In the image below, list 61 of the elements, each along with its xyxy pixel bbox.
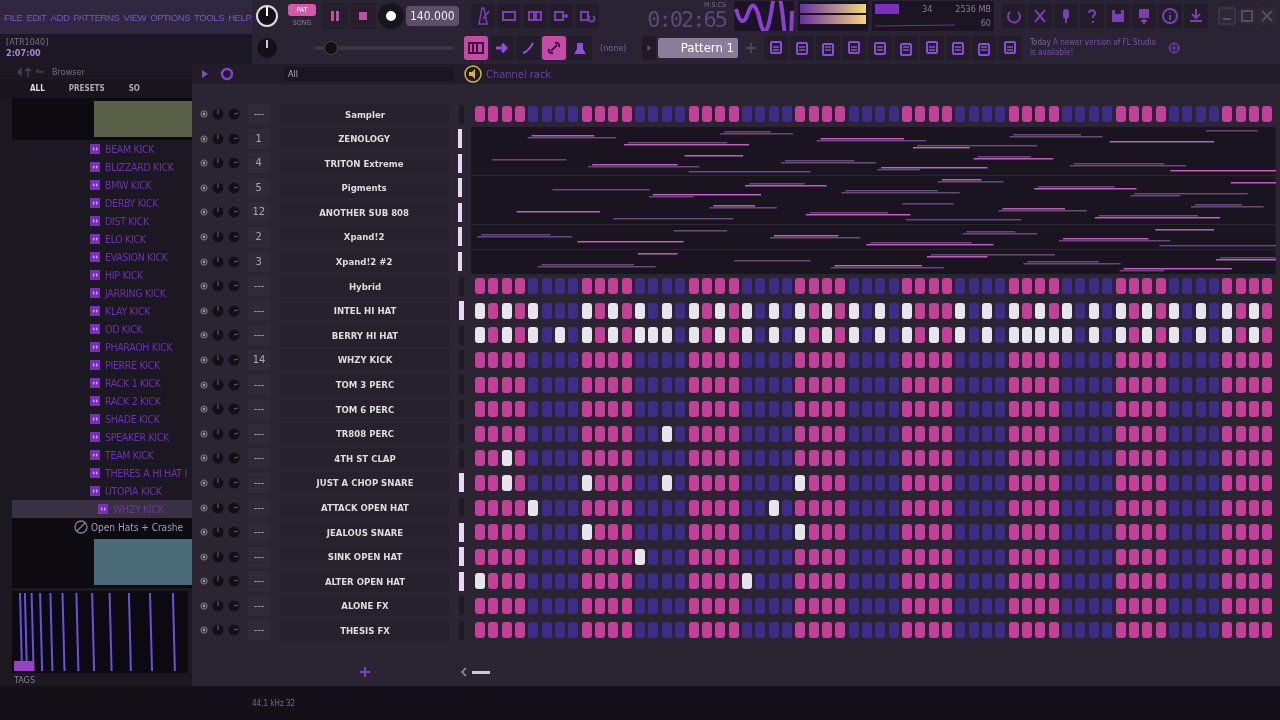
channel-filter[interactable]: All xyxy=(284,67,454,81)
mixer-track-field[interactable]: 5 xyxy=(247,177,270,198)
channel-button[interactable]: TOM 6 PERC xyxy=(280,398,450,420)
channel-button[interactable]: JEALOUS SNARE xyxy=(280,521,450,543)
mixer-track-field[interactable]: --- xyxy=(248,325,270,346)
mixer-track-field[interactable]: 14 xyxy=(248,349,270,370)
mixer-track-field[interactable]: --- xyxy=(248,620,270,641)
tempo-field[interactable]: 140.000 xyxy=(406,6,459,26)
mixer-track-field[interactable]: --- xyxy=(248,497,270,518)
mixer-track-field[interactable]: --- xyxy=(248,571,270,592)
channel-button[interactable]: ANOTHER SUB 808 xyxy=(279,201,449,223)
mixer-track-field[interactable]: 4 xyxy=(247,153,270,174)
channel-button[interactable]: JUST A CHOP SNARE xyxy=(280,472,450,494)
mixer-track-field[interactable]: --- xyxy=(248,522,270,543)
memory-value: 2536 MB xyxy=(955,4,991,14)
mixer-track-field[interactable]: 2 xyxy=(247,226,270,247)
time-value: 0:02:65 xyxy=(647,8,726,31)
channel-button[interactable]: Xpand!2 xyxy=(279,226,449,248)
mixer-track-field[interactable]: --- xyxy=(248,399,270,420)
hint-value: 2:07:00 xyxy=(6,48,42,59)
channel-rack-title: Channel rack xyxy=(486,67,552,81)
channel-button[interactable]: ATTACK OPEN HAT xyxy=(280,497,450,518)
channel-button[interactable]: TRITON Extreme xyxy=(279,152,449,174)
channel-button[interactable]: Xpand!2 #2 xyxy=(279,251,449,273)
channel-button[interactable]: INTEL HI HAT xyxy=(280,300,450,322)
mixer-track-field[interactable]: 12 xyxy=(247,202,270,223)
mixer-track-field[interactable]: 1 xyxy=(247,128,270,149)
browser-title: Browser xyxy=(52,66,85,77)
channel-button[interactable]: BERRY HI HAT xyxy=(280,324,450,346)
browser-tab[interactable]: SO xyxy=(128,84,140,94)
mixer-track-field[interactable]: 3 xyxy=(247,251,270,272)
channel-button[interactable]: ALTER OPEN HAT xyxy=(280,570,450,592)
channel-button[interactable]: ZENOLOGY xyxy=(279,128,449,150)
sample-rate-label: 44.1 kHz 32 xyxy=(252,698,296,708)
channel-button[interactable]: WHZY KICK xyxy=(280,349,450,371)
hint-title: [ATR1040] xyxy=(6,37,50,48)
mixer-track-field[interactable]: --- xyxy=(248,423,270,444)
browser-tab[interactable]: ALL xyxy=(30,84,45,94)
channel-button[interactable]: Pigments xyxy=(279,177,449,199)
pattern-selector[interactable]: Pattern 1 xyxy=(658,38,738,58)
mixer-track-field[interactable]: --- xyxy=(248,104,270,124)
mixer-track-field[interactable]: --- xyxy=(248,448,270,469)
tags-label[interactable]: TAGS xyxy=(14,674,36,685)
channel-button[interactable]: THESIS FX xyxy=(280,619,450,641)
polyphony-value: 60 xyxy=(980,18,991,28)
news-text: Today A newer version of FL Studio is available! xyxy=(1030,38,1157,58)
channel-button[interactable]: ALONE FX xyxy=(280,595,450,617)
mixer-track-field[interactable]: --- xyxy=(248,300,270,321)
browser-tab[interactable]: PRESETS xyxy=(68,84,105,94)
cpu-value: 34 xyxy=(922,4,933,14)
channel-button[interactable]: Sampler xyxy=(280,103,450,125)
channel-button[interactable]: TR808 PERC xyxy=(280,423,450,445)
channel-button[interactable]: 4TH ST CLAP xyxy=(280,447,450,469)
channel-button[interactable]: TOM 3 PERC xyxy=(280,374,450,396)
mixer-track-field[interactable]: --- xyxy=(248,374,270,395)
mixer-track-field[interactable]: --- xyxy=(248,546,270,567)
mixer-track-field[interactable]: --- xyxy=(248,472,270,493)
channel-button[interactable]: SINK OPEN HAT xyxy=(280,546,450,568)
channel-button[interactable]: Hybrid xyxy=(280,275,450,297)
mixer-track-field[interactable]: --- xyxy=(248,595,270,616)
mixer-track-field[interactable]: --- xyxy=(248,276,270,297)
